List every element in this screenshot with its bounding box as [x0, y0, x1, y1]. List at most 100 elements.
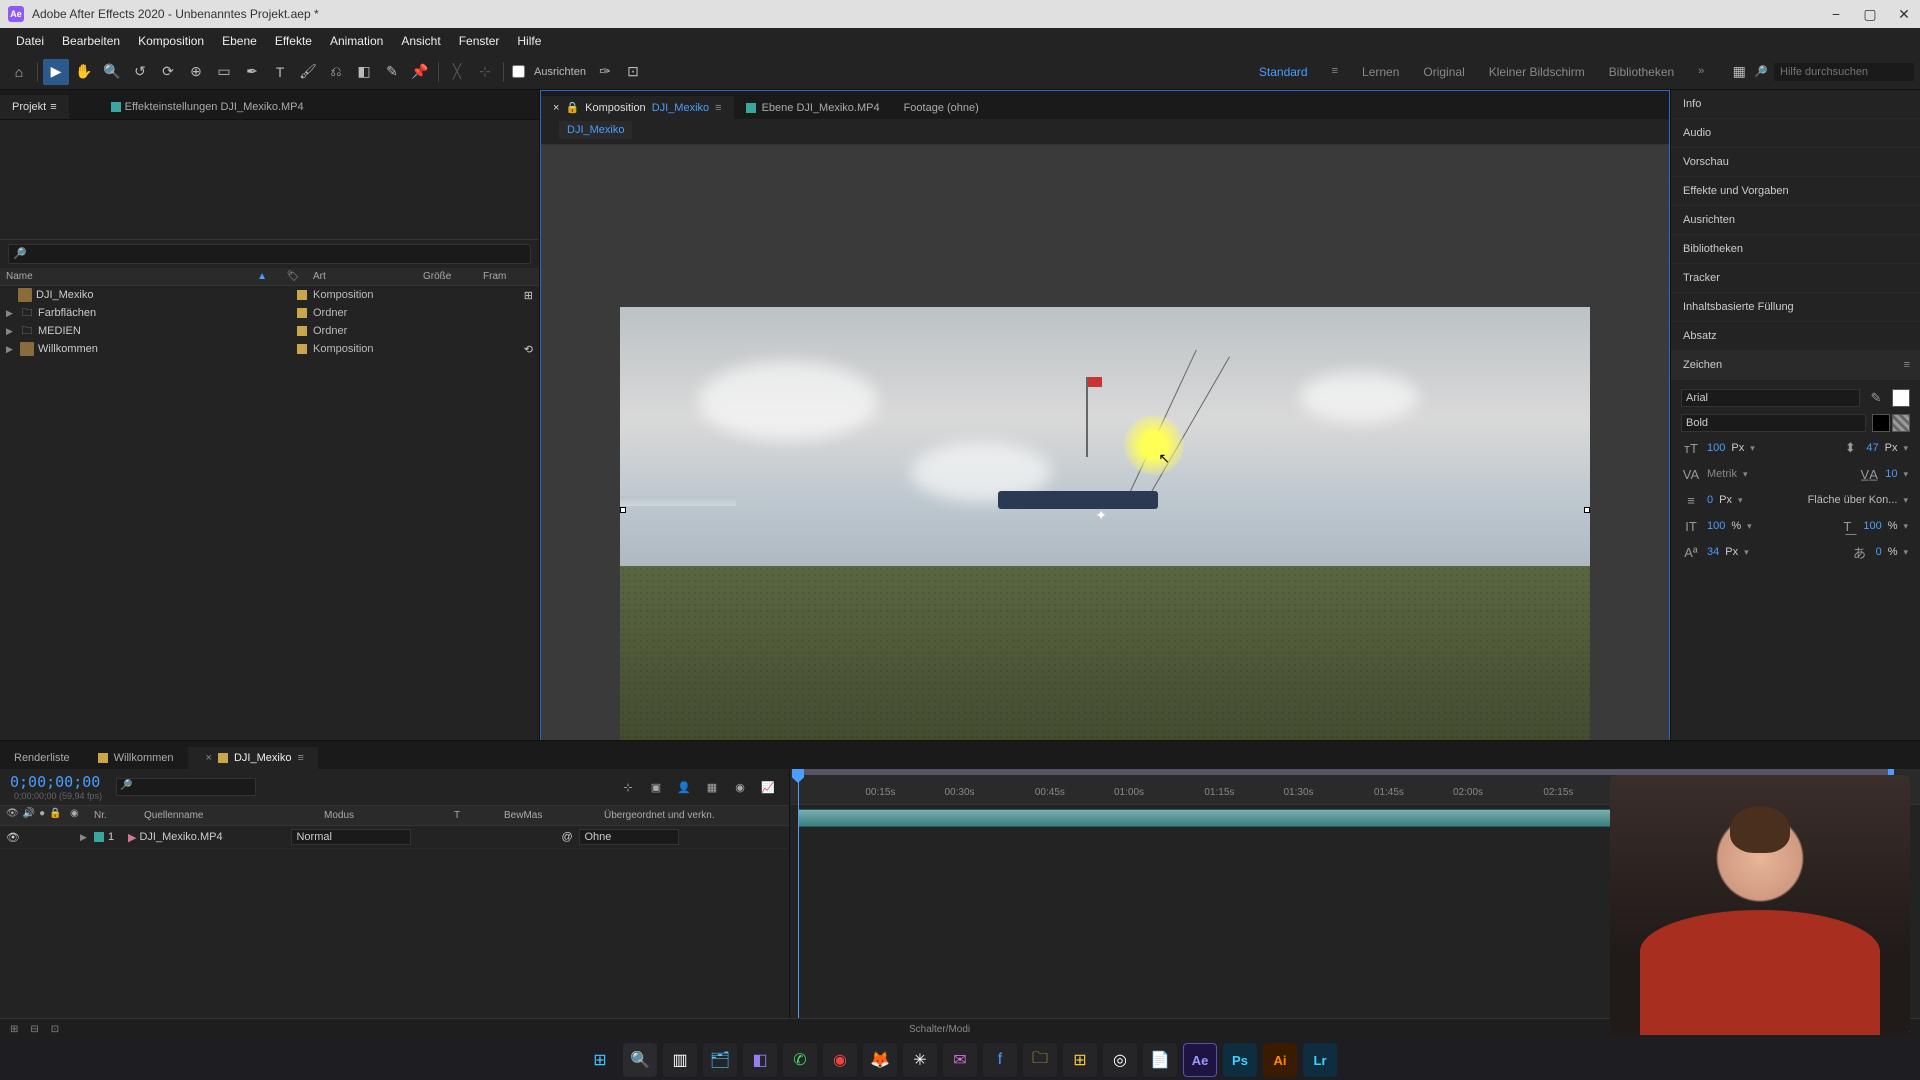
eraser-tool-icon[interactable]: ◧ — [351, 59, 377, 85]
app-icon[interactable]: ◉ — [823, 1043, 857, 1077]
obs-icon[interactable]: ◎ — [1103, 1043, 1137, 1077]
facebook-icon[interactable]: f — [983, 1043, 1017, 1077]
chevron-down-icon[interactable]: ▾ — [1903, 443, 1908, 454]
workspace-kleiner[interactable]: Kleiner Bildschirm — [1489, 65, 1585, 79]
menu-effekte[interactable]: Effekte — [267, 30, 320, 52]
chevron-down-icon[interactable]: ▾ — [1744, 547, 1749, 558]
label-swatch[interactable] — [297, 308, 307, 318]
help-search-input[interactable] — [1774, 63, 1914, 81]
app-icon[interactable]: ◧ — [743, 1043, 777, 1077]
tracking-value[interactable]: 10 — [1885, 468, 1897, 480]
start-button[interactable]: ⊞ — [583, 1043, 617, 1077]
no-color-swatch[interactable] — [1892, 414, 1910, 432]
leading-value[interactable]: 47 — [1866, 442, 1878, 454]
visibility-toggle[interactable]: 👁 — [6, 831, 20, 844]
tab-composition[interactable]: × 🔒 Komposition DJI_Mexiko ≡ — [541, 96, 734, 119]
menu-ansicht[interactable]: Ansicht — [393, 30, 448, 52]
orbit-tool-icon[interactable]: ↺ — [127, 59, 153, 85]
panel-preview[interactable]: Vorschau — [1671, 148, 1920, 177]
rotate-tool-icon[interactable]: ⟳ — [155, 59, 181, 85]
tab-layer[interactable]: Ebene DJI_Mexiko.MP4 — [734, 97, 892, 119]
after-effects-icon[interactable]: Ae — [1183, 1043, 1217, 1077]
brush-tool-icon[interactable]: 🖌 — [295, 59, 321, 85]
chevron-down-icon[interactable]: ▾ — [1903, 547, 1908, 558]
draft3d-icon[interactable]: ▣ — [645, 776, 667, 798]
toggle-switches-icon[interactable]: ⊞ — [10, 1024, 18, 1035]
hscale-value[interactable]: 100 — [1863, 520, 1881, 532]
align-checkbox[interactable] — [512, 65, 525, 78]
tab-menu-icon[interactable]: ≡ — [715, 102, 721, 114]
notepad-icon[interactable]: 📄 — [1143, 1043, 1177, 1077]
fill-color-swatch[interactable] — [1892, 389, 1910, 407]
lock-icon[interactable]: 🔒 — [565, 101, 579, 114]
col-label-icon[interactable]: 🏷 — [273, 271, 313, 282]
layer-expand-icon[interactable]: ▶ — [80, 832, 92, 843]
panel-tracker[interactable]: Tracker — [1671, 264, 1920, 293]
stroke-width-value[interactable]: 0 — [1707, 494, 1713, 506]
playhead[interactable] — [798, 769, 799, 1018]
breadcrumb[interactable]: DJI_Mexiko — [559, 121, 632, 139]
panel-align[interactable]: Ausrichten — [1671, 206, 1920, 235]
snap-options-icon[interactable]: ⊡ — [620, 59, 646, 85]
project-item[interactable]: ▶ 🗀 MEDIEN Ordner — [0, 322, 539, 340]
tab-project[interactable]: Projekt ≡ — [0, 95, 69, 119]
panel-toggle-icon[interactable]: ▦ — [1726, 59, 1752, 85]
illustrator-icon[interactable]: Ai — [1263, 1043, 1297, 1077]
col-size[interactable]: Größe — [423, 271, 483, 282]
blend-mode-select[interactable]: Normal — [291, 829, 411, 845]
col-bew[interactable]: BewMas — [500, 808, 600, 823]
frame-blend-icon[interactable]: ▦ — [701, 776, 723, 798]
tab-menu-icon[interactable]: ≡ — [297, 752, 303, 764]
stroke-color-swatch[interactable] — [1872, 414, 1890, 432]
workspace-standard[interactable]: Standard — [1259, 65, 1308, 79]
col-mode[interactable]: Modus — [320, 808, 450, 823]
tab-close-icon[interactable]: × — [206, 752, 212, 764]
close-button[interactable]: ✕ — [1896, 6, 1912, 22]
home-icon[interactable]: ⌂ — [6, 59, 32, 85]
pickwhip-icon[interactable]: @ — [561, 831, 579, 843]
expand-icon[interactable]: ▶ — [6, 308, 18, 319]
panel-paragraph[interactable]: Absatz — [1671, 322, 1920, 351]
parent-select[interactable]: Ohne — [579, 829, 679, 845]
photoshop-icon[interactable]: Ps — [1223, 1043, 1257, 1077]
chevron-down-icon[interactable]: ▾ — [1743, 469, 1748, 480]
label-swatch[interactable] — [297, 326, 307, 336]
tsume-value[interactable]: 0 — [1876, 546, 1882, 558]
project-item[interactable]: ▶ Willkommen Komposition ⟲ — [0, 340, 539, 358]
selection-handle[interactable] — [1584, 507, 1590, 513]
comp-flowchart-icon[interactable]: ⊹ — [617, 776, 639, 798]
eyedropper-icon[interactable]: ✎ — [1866, 388, 1886, 408]
type-tool-icon[interactable]: T — [267, 59, 293, 85]
menu-datei[interactable]: Datei — [8, 30, 52, 52]
panel-effects-presets[interactable]: Effekte und Vorgaben — [1671, 177, 1920, 206]
expand-icon[interactable]: ▶ — [6, 344, 18, 355]
kerning-value[interactable]: Metrik — [1707, 468, 1737, 480]
hand-tool-icon[interactable]: ✋ — [71, 59, 97, 85]
chevron-down-icon[interactable]: ▾ — [1903, 521, 1908, 532]
whatsapp-icon[interactable]: ✆ — [783, 1043, 817, 1077]
graph-editor-icon[interactable]: 📈 — [757, 776, 779, 798]
label-swatch[interactable] — [297, 290, 307, 300]
zoom-tool-icon[interactable]: 🔍 — [99, 59, 125, 85]
vscale-value[interactable]: 100 — [1707, 520, 1725, 532]
app-icon[interactable]: ⊞ — [1063, 1043, 1097, 1077]
project-column-headers[interactable]: Name ▲ 🏷 Art Größe Fram — [0, 268, 539, 286]
switches-modes-label[interactable]: Schalter/Modi — [909, 1024, 970, 1035]
tab-welcome[interactable]: Willkommen — [84, 747, 188, 769]
panel-content-aware[interactable]: Inhaltsbasierte Füllung — [1671, 293, 1920, 322]
font-size-value[interactable]: 100 — [1707, 442, 1725, 454]
font-weight-select[interactable]: Bold — [1681, 414, 1866, 432]
messenger-icon[interactable]: ✉ — [943, 1043, 977, 1077]
taskbar-search-icon[interactable]: 🔍 — [623, 1043, 657, 1077]
explorer-icon[interactable]: 🗂 — [703, 1043, 737, 1077]
chevron-down-icon[interactable]: ▾ — [1747, 521, 1752, 532]
local-axis-icon[interactable]: ⊹ — [472, 59, 498, 85]
col-nr[interactable]: Nr. — [90, 808, 140, 823]
label-swatch[interactable] — [297, 344, 307, 354]
lightroom-icon[interactable]: Lr — [1303, 1043, 1337, 1077]
tab-footage[interactable]: Footage (ohne) — [892, 97, 991, 119]
panel-libraries[interactable]: Bibliotheken — [1671, 235, 1920, 264]
panel-info[interactable]: Info — [1671, 90, 1920, 119]
toggle-inout-icon[interactable]: ⊡ — [51, 1024, 59, 1035]
chevron-down-icon[interactable]: ▾ — [1903, 469, 1908, 480]
